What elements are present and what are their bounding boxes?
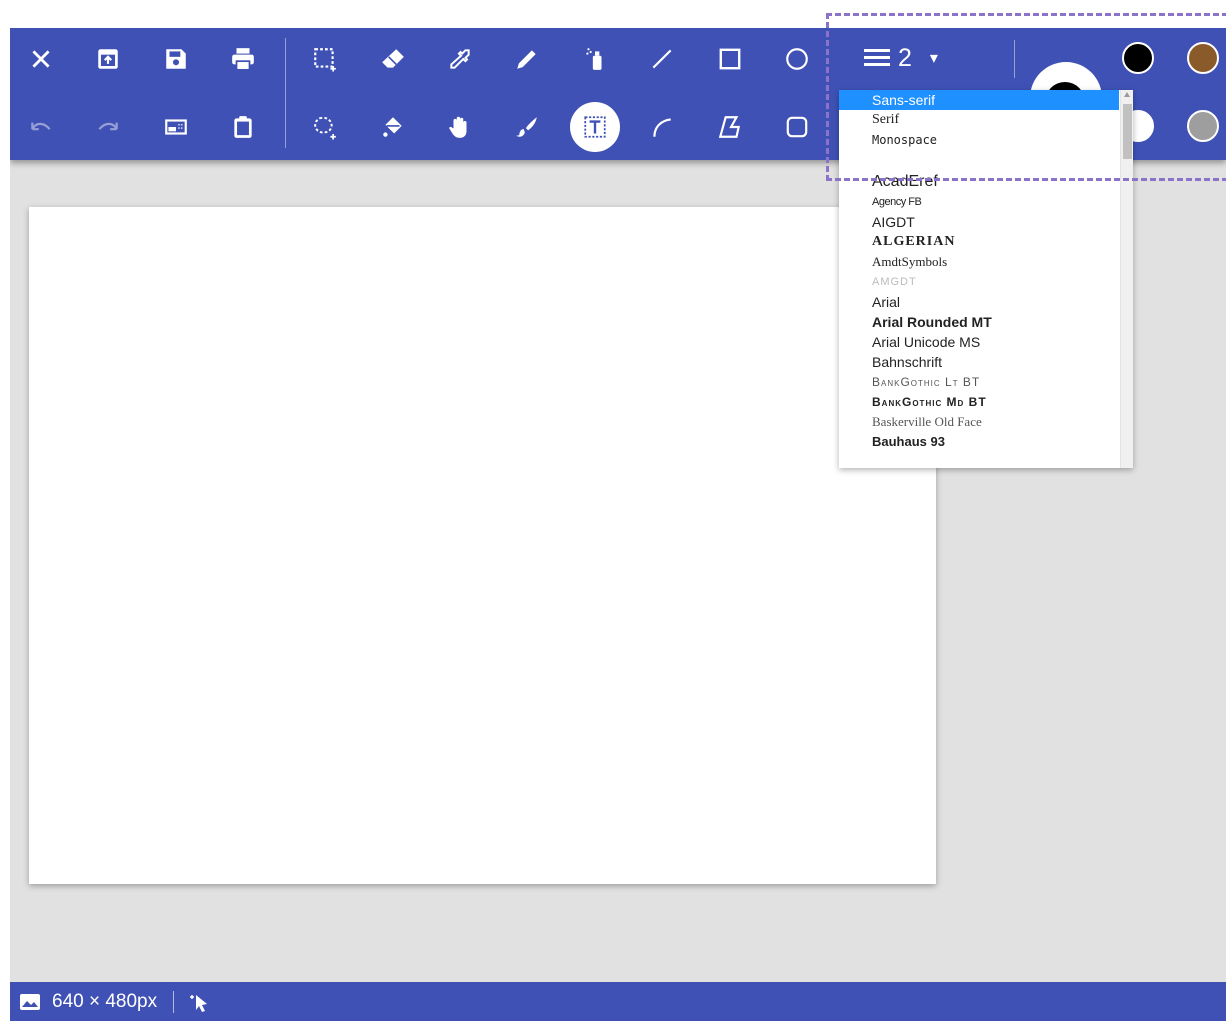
font-option-monospace[interactable]: Monospace xyxy=(839,130,1119,150)
font-family-list: Sans-serif Serif Monospace AcadEref Agen… xyxy=(839,90,1119,452)
font-option-algerian[interactable]: ALGERIAN xyxy=(839,232,1119,252)
line-thickness-select[interactable]: 2 ▾ xyxy=(864,38,938,78)
font-option-bauhaus-93[interactable]: Bauhaus 93 xyxy=(839,432,1119,452)
rect-select-icon[interactable] xyxy=(302,36,348,82)
pencil-icon[interactable] xyxy=(504,36,550,82)
palette-swatch-gray[interactable] xyxy=(1187,110,1219,142)
polygon-icon[interactable] xyxy=(707,104,753,150)
spray-icon[interactable] xyxy=(572,36,618,82)
status-divider xyxy=(173,990,175,1013)
font-option-bankgothic-lt-bt[interactable]: BankGothic Lt BT xyxy=(839,372,1119,392)
rectangle-icon[interactable] xyxy=(707,36,753,82)
font-option-bahnschrift[interactable]: Bahnschrift xyxy=(839,352,1119,372)
canvas-size-label: 640 × 480px xyxy=(52,990,158,1012)
font-option-sans-serif[interactable]: Sans-serif xyxy=(839,90,1119,110)
resize-image-icon[interactable] xyxy=(153,104,199,150)
font-option-baskerville-old-face[interactable]: Baskerville Old Face xyxy=(839,412,1119,432)
line-icon[interactable] xyxy=(639,36,685,82)
eyedropper-icon[interactable] xyxy=(437,36,483,82)
lasso-select-icon[interactable] xyxy=(302,104,348,150)
font-option-amgdt[interactable]: AMGDT xyxy=(839,272,1119,292)
font-option-agency-fb[interactable]: Agency FB xyxy=(839,192,1119,212)
pan-hand-icon[interactable] xyxy=(437,104,483,150)
open-icon[interactable] xyxy=(85,36,131,82)
font-option-acadeeref[interactable]: AcadEref xyxy=(839,172,1119,192)
eraser-icon[interactable] xyxy=(370,36,416,82)
image-icon xyxy=(20,993,40,1010)
font-option-arial[interactable]: Arial xyxy=(839,292,1119,312)
font-option-separator xyxy=(839,150,1119,172)
font-list-scrollbar[interactable] xyxy=(1120,90,1133,468)
paste-icon[interactable] xyxy=(220,104,266,150)
thickness-value: 2 xyxy=(898,43,912,72)
curve-icon[interactable] xyxy=(639,104,685,150)
cursor-position-icon xyxy=(188,989,210,1015)
status-bar: 640 × 480px xyxy=(10,982,1226,1021)
undo-icon[interactable] xyxy=(18,104,64,150)
font-option-arial-unicode-ms[interactable]: Arial Unicode MS xyxy=(839,332,1119,352)
chevron-down-icon: ▾ xyxy=(929,50,938,67)
palette-swatch-brown[interactable] xyxy=(1187,42,1219,74)
scrollbar-thumb[interactable] xyxy=(1123,104,1132,159)
font-option-bankgothic-md-bt[interactable]: BankGothic Md BT xyxy=(839,392,1119,412)
ellipse-icon[interactable] xyxy=(774,36,820,82)
save-icon[interactable] xyxy=(153,36,199,82)
drawing-canvas[interactable] xyxy=(29,207,936,884)
text-tool-icon[interactable] xyxy=(570,102,620,152)
close-icon[interactable] xyxy=(18,36,64,82)
font-option-arial-rounded-mt[interactable]: Arial Rounded MT xyxy=(839,312,1119,332)
fill-bucket-icon[interactable] xyxy=(370,104,416,150)
toolbar-divider xyxy=(285,38,286,148)
rounded-rectangle-icon[interactable] xyxy=(774,104,820,150)
toolbar-divider xyxy=(1014,40,1015,78)
redo-icon[interactable] xyxy=(85,104,131,150)
palette-swatch-black[interactable] xyxy=(1122,42,1154,74)
print-icon[interactable] xyxy=(220,36,266,82)
thickness-lines-icon xyxy=(864,49,890,66)
font-option-amdtsymbols[interactable]: AmdtSymbols xyxy=(839,252,1119,272)
font-family-dropdown[interactable]: Sans-serif Serif Monospace AcadEref Agen… xyxy=(839,90,1133,468)
font-option-aigdt[interactable]: AIGDT xyxy=(839,212,1119,232)
scroll-up-icon[interactable] xyxy=(1124,92,1130,97)
brush-icon[interactable] xyxy=(504,104,550,150)
font-option-serif[interactable]: Serif xyxy=(839,110,1119,130)
